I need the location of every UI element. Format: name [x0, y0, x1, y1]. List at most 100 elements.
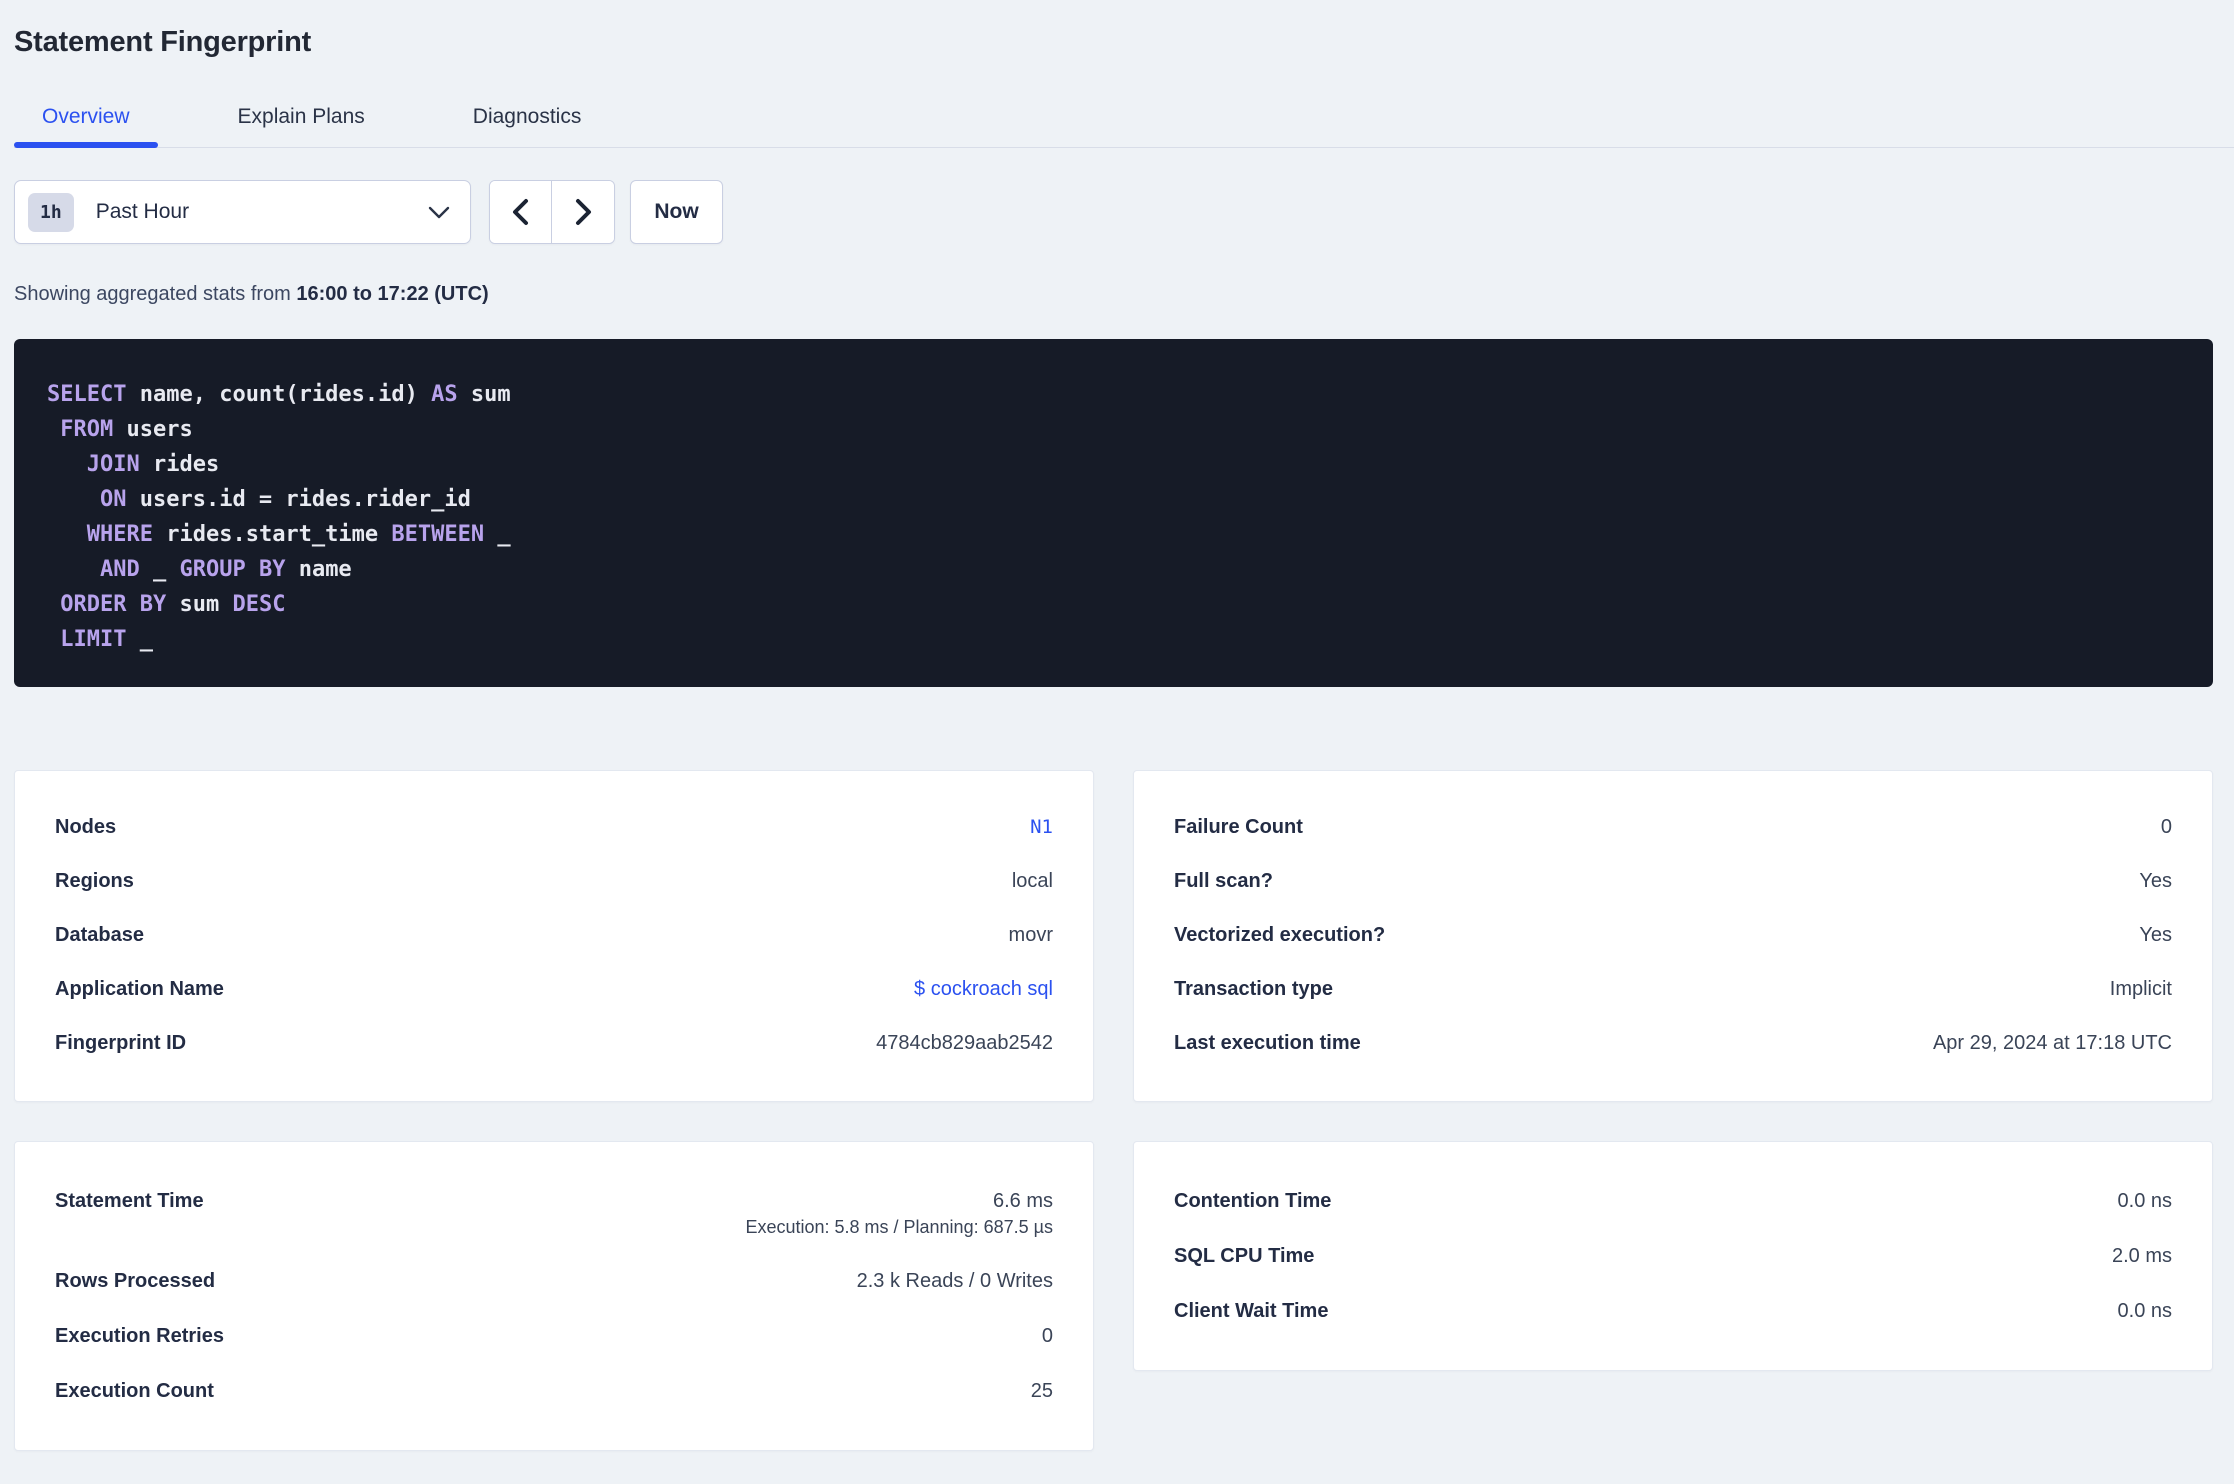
sql-line: ORDER BY sum DESC [47, 587, 2183, 622]
stat-label: Regions [55, 870, 134, 892]
time-range-dropdown[interactable]: 1h Past Hour [14, 180, 471, 244]
sql-statement-code: SELECT name, count(rides.id) AS sum FROM… [47, 377, 2183, 657]
tab-explain-plans[interactable]: Explain Plans [210, 104, 393, 147]
stat-row-application-name: Application Name $ cockroach sql [55, 978, 1053, 1000]
tab-diagnostics[interactable]: Diagnostics [445, 104, 610, 147]
stat-row-execution-count: Execution Count 25 [55, 1380, 1053, 1402]
stat-row-regions: Regions local [55, 870, 1053, 892]
tab-overview[interactable]: Overview [14, 104, 158, 148]
sql-line: SELECT name, count(rides.id) AS sum [47, 377, 2183, 412]
stat-value-column: Yes [2139, 870, 2172, 892]
now-button[interactable]: Now [630, 180, 723, 244]
stat-value: local [1011, 870, 1053, 892]
previous-time-range-button[interactable] [490, 181, 552, 243]
sql-keyword: JOIN [86, 452, 140, 477]
sql-keyword: BETWEEN [391, 522, 485, 547]
stat-row-client-wait-time: Client Wait Time 0.0 ns [1174, 1300, 2172, 1322]
sql-line: FROM users [47, 412, 2183, 447]
stat-label: Statement Time [55, 1190, 204, 1212]
stat-label: Client Wait Time [1174, 1300, 1329, 1322]
time-range-label: Past Hour [95, 200, 190, 223]
tab-bar: Overview Explain Plans Diagnostics [14, 104, 2234, 148]
stat-value: 4784cb829aab2542 [876, 1032, 1053, 1054]
stat-value: Implicit [2109, 978, 2172, 1000]
stat-value: Yes [2139, 924, 2172, 946]
sql-keyword: GROUP BY [179, 557, 286, 582]
aggregated-stats-line: Showing aggregated stats from 16:00 to 1… [14, 283, 2213, 305]
stat-value-column: Apr 29, 2024 at 17:18 UTC [1933, 1032, 2172, 1054]
nodes-link[interactable]: N1 [1030, 816, 1053, 838]
stat-label: Database [55, 924, 144, 946]
aggregated-stats-range: 16:00 to 17:22 (UTC) [296, 283, 489, 305]
stat-value-column: local [1012, 870, 1053, 892]
stat-label: Execution Count [55, 1380, 214, 1402]
execution-attributes-card: Failure Count 0 Full scan? Yes Vectorized ex… [1133, 770, 2213, 1102]
stat-value-column: 0.0 ns [2118, 1300, 2172, 1322]
chevron-down-icon [428, 206, 450, 218]
stat-value: 0.0 ns [2117, 1190, 2172, 1212]
stat-value: 25 [1030, 1380, 1053, 1402]
stat-row-rows-processed: Rows Processed 2.3 k Reads / 0 Writes [55, 1270, 1053, 1292]
sql-text: users [113, 417, 193, 442]
sql-line: LIMIT _ [47, 622, 2183, 657]
chevron-right-icon [575, 199, 591, 225]
stat-label: Application Name [55, 978, 224, 1000]
sql-keyword: SELECT [47, 382, 127, 407]
time-controls: 1h Past Hour Now [14, 180, 2213, 244]
stat-value-column: 25 [1031, 1380, 1053, 1402]
stat-label: Transaction type [1174, 978, 1333, 1000]
sql-text: users.id = rides.rider_id [126, 487, 471, 512]
sql-text: _ [126, 627, 153, 652]
sql-line: ON users.id = rides.rider_id [47, 482, 2183, 517]
stat-row-fingerprint-id: Fingerprint ID 4784cb829aab2542 [55, 1032, 1053, 1054]
sql-text: rides [139, 452, 220, 477]
stat-row-transaction-type: Transaction type Implicit [1174, 978, 2172, 1000]
sql-text: rides.start_time [152, 522, 392, 547]
application-name-link[interactable]: $ cockroach sql [914, 978, 1053, 1000]
stat-row-statement-time: Statement Time 6.6 ms Execution: 5.8 ms / … [55, 1190, 1053, 1237]
sql-line: WHERE rides.start_time BETWEEN _ [47, 517, 2183, 552]
stat-value-column: 0 [1042, 1325, 1053, 1347]
aggregated-stats-prefix: Showing aggregated stats from [14, 283, 297, 305]
stat-label: Contention Time [1174, 1190, 1332, 1212]
stat-value: movr [1008, 924, 1053, 946]
sql-line: AND _ GROUP BY name [47, 552, 2183, 587]
statement-details-card: Nodes N1 Regions local Database movr Applicati… [14, 770, 1094, 1102]
stat-label: SQL CPU Time [1174, 1245, 1315, 1267]
timing-cards-row: Statement Time 6.6 ms Execution: 5.8 ms / … [14, 1141, 2213, 1451]
stat-value-column: $ cockroach sql [914, 978, 1053, 1000]
stat-row-contention-time: Contention Time 0.0 ns [1174, 1190, 2172, 1212]
sql-keyword: FROM [60, 417, 114, 442]
sql-keyword: WHERE [86, 522, 153, 547]
stat-label: Vectorized execution? [1174, 924, 1386, 946]
stat-value-column: Yes [2139, 924, 2172, 946]
stat-value: 6.6 ms [992, 1190, 1053, 1212]
sql-statement-box: SELECT name, count(rides.id) AS sum FROM… [14, 339, 2213, 687]
stat-row-sql-cpu-time: SQL CPU Time 2.0 ms [1174, 1245, 2172, 1267]
stat-value: 0 [2160, 816, 2172, 838]
stat-value: 0 [1041, 1325, 1053, 1347]
chevron-left-icon [513, 199, 528, 225]
stat-row-vectorized-execution: Vectorized execution? Yes [1174, 924, 2172, 946]
sql-keyword: ORDER BY [60, 592, 167, 617]
stat-label: Last execution time [1174, 1032, 1361, 1054]
sql-text: name, count(rides.id) [126, 382, 432, 407]
stat-value: Apr 29, 2024 at 17:18 UTC [1932, 1032, 2172, 1054]
stat-value-column: 6.6 ms Execution: 5.8 ms / Planning: 687.… [745, 1190, 1053, 1237]
stat-label: Rows Processed [55, 1270, 216, 1292]
tab-diagnostics-label: Diagnostics [472, 105, 582, 128]
stat-value-column: 2.3 k Reads / 0 Writes [857, 1270, 1053, 1292]
stat-value: 2.0 ms [2111, 1245, 2172, 1267]
sql-text: _ [484, 522, 511, 547]
sql-text: _ [139, 557, 180, 582]
statement-fingerprint-page: Statement Fingerprint Overview Explain P… [0, 26, 2234, 1451]
stat-label: Nodes [55, 816, 117, 838]
time-step-button-group [489, 180, 615, 244]
next-time-range-button[interactable] [552, 181, 614, 243]
